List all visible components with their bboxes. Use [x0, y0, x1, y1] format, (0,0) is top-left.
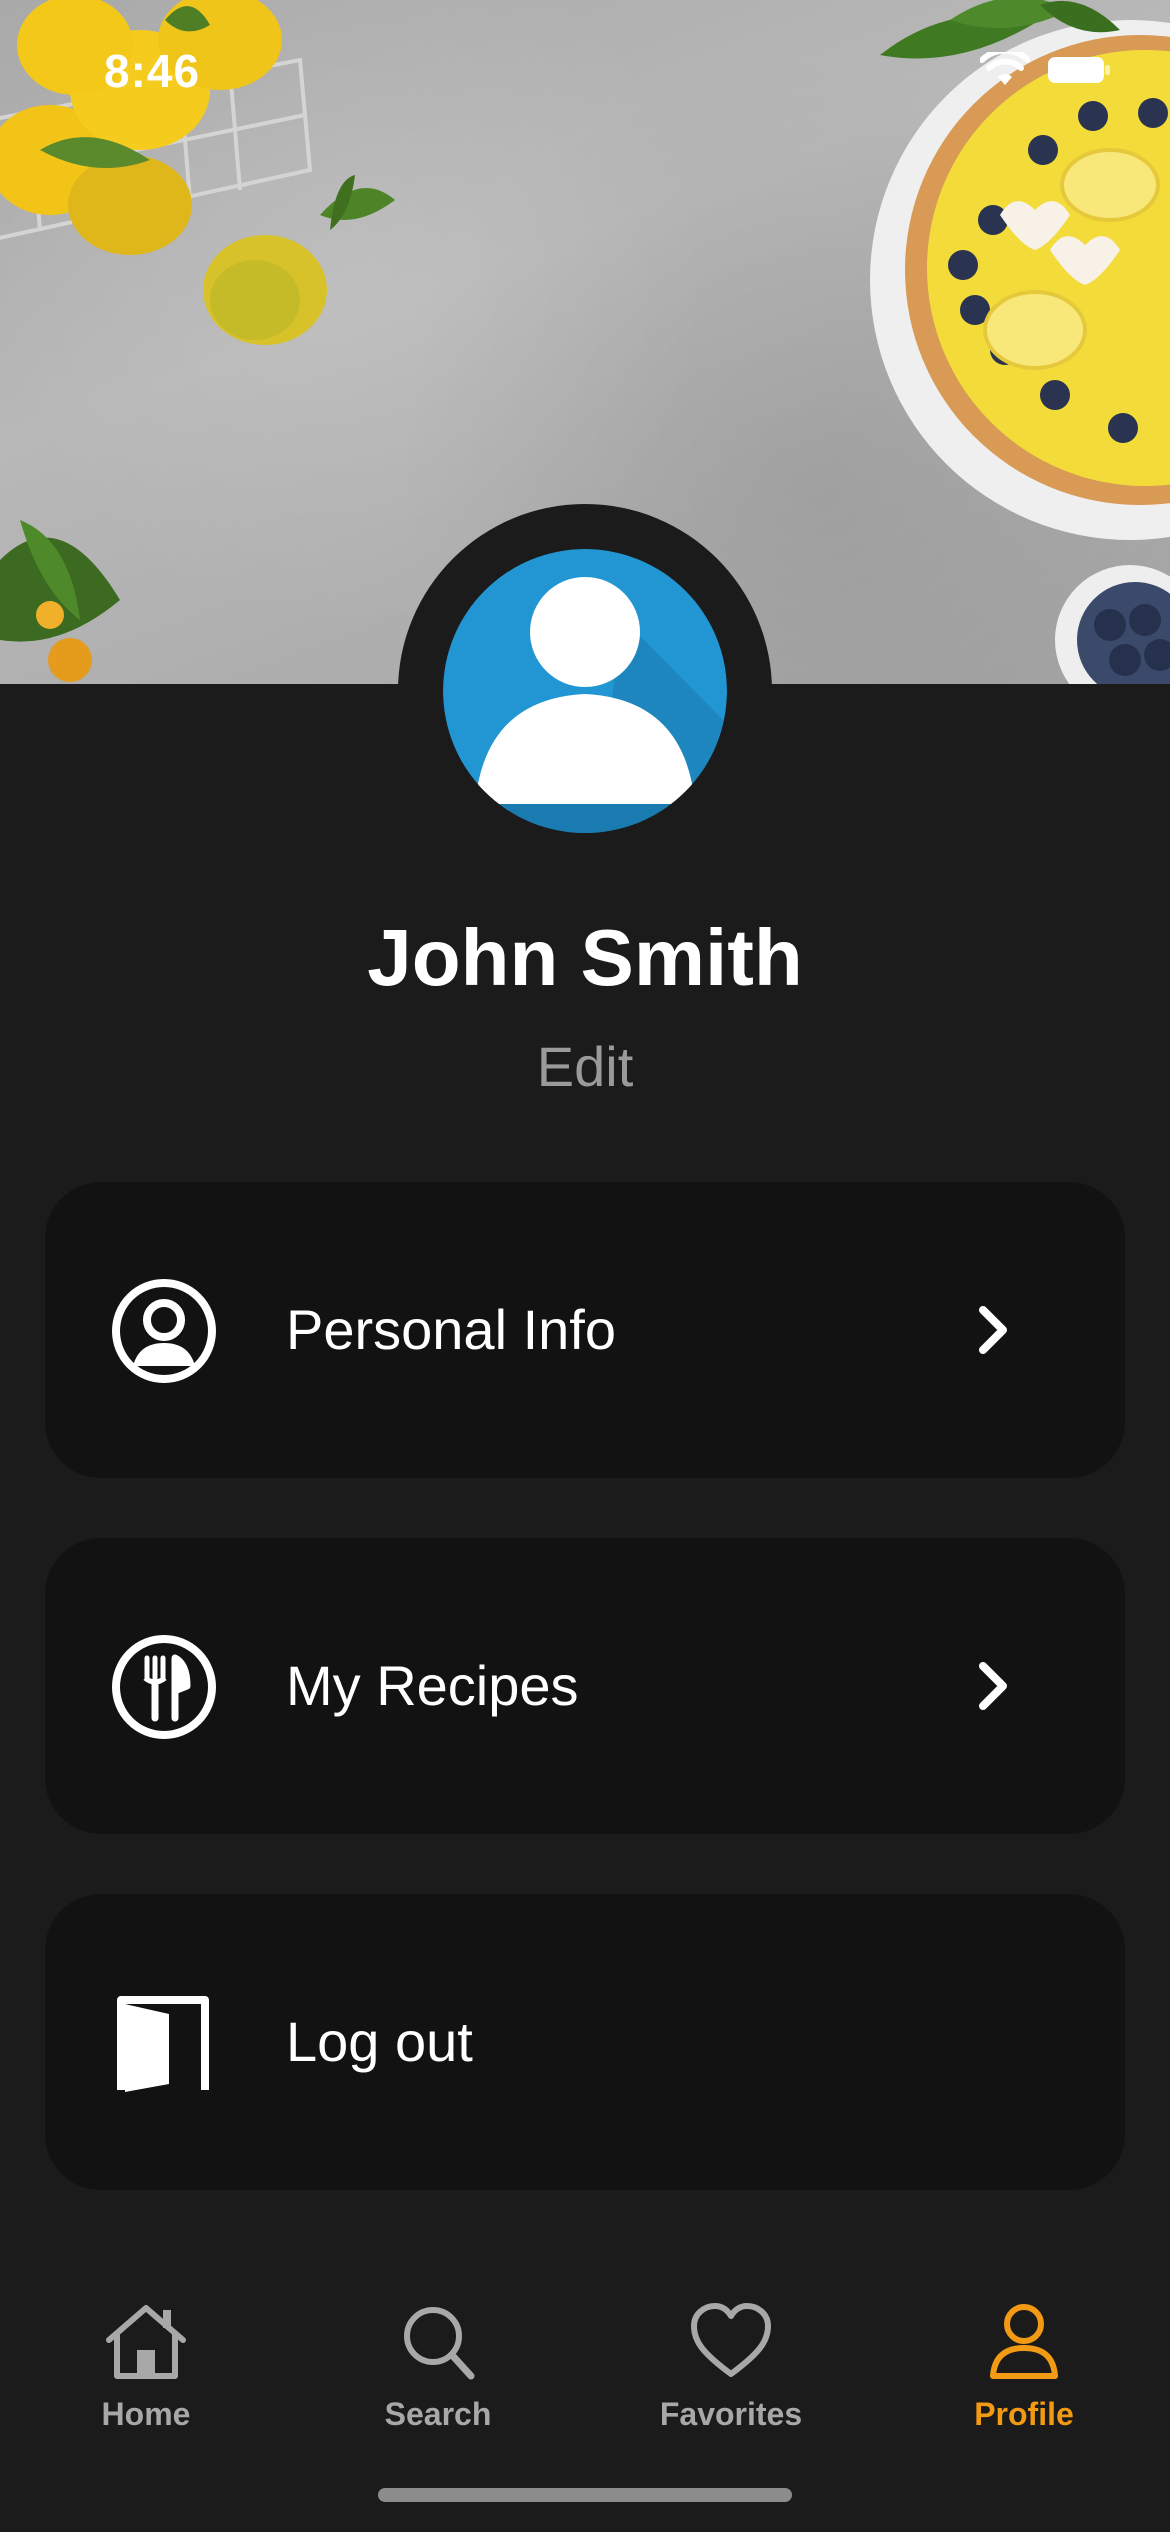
- menu-item-log-out[interactable]: Log out: [45, 1894, 1125, 2190]
- chevron-right-icon: [979, 1662, 1007, 1710]
- fork-knife-icon: [112, 1635, 216, 1739]
- default-user-avatar-icon: [443, 549, 727, 833]
- tab-label: Search: [384, 2396, 492, 2432]
- magnifier-icon: [404, 2307, 475, 2380]
- tab-label: Profile: [974, 2396, 1074, 2432]
- avatar[interactable]: [443, 549, 727, 833]
- tab-search[interactable]: Search: [292, 2302, 584, 2452]
- menu-item-personal-info[interactable]: Personal Info: [45, 1182, 1125, 1478]
- menu-item-label: My Recipes: [286, 1654, 579, 1717]
- battery-icon: [1048, 57, 1110, 83]
- wifi-icon: [980, 52, 1030, 85]
- user-circle-icon: [112, 1279, 216, 1383]
- menu-item-label: Personal Info: [286, 1298, 616, 1361]
- menu-item-my-recipes[interactable]: My Recipes: [45, 1538, 1125, 1834]
- status-icons: [980, 52, 1110, 88]
- chevron-right-icon: [979, 1306, 1007, 1354]
- edit-profile-link[interactable]: Edit: [0, 1034, 1170, 1099]
- tab-profile[interactable]: Profile: [878, 2302, 1170, 2452]
- house-icon: [106, 2305, 186, 2379]
- person-icon: [990, 2304, 1058, 2379]
- status-time: 8:46: [104, 45, 201, 97]
- door-icon: [117, 1996, 209, 2092]
- home-indicator[interactable]: [378, 2488, 792, 2502]
- profile-name: John Smith: [367, 913, 803, 1002]
- profile-screen: 8:46 John Smith Edit Personal Info My Re…: [0, 0, 1170, 2532]
- menu-item-label: Log out: [286, 2010, 473, 2073]
- tab-label: Favorites: [659, 2396, 803, 2432]
- tab-label: Home: [101, 2396, 191, 2432]
- tab-home[interactable]: Home: [0, 2302, 292, 2452]
- tab-favorites[interactable]: Favorites: [585, 2302, 877, 2452]
- heart-icon: [691, 2303, 771, 2377]
